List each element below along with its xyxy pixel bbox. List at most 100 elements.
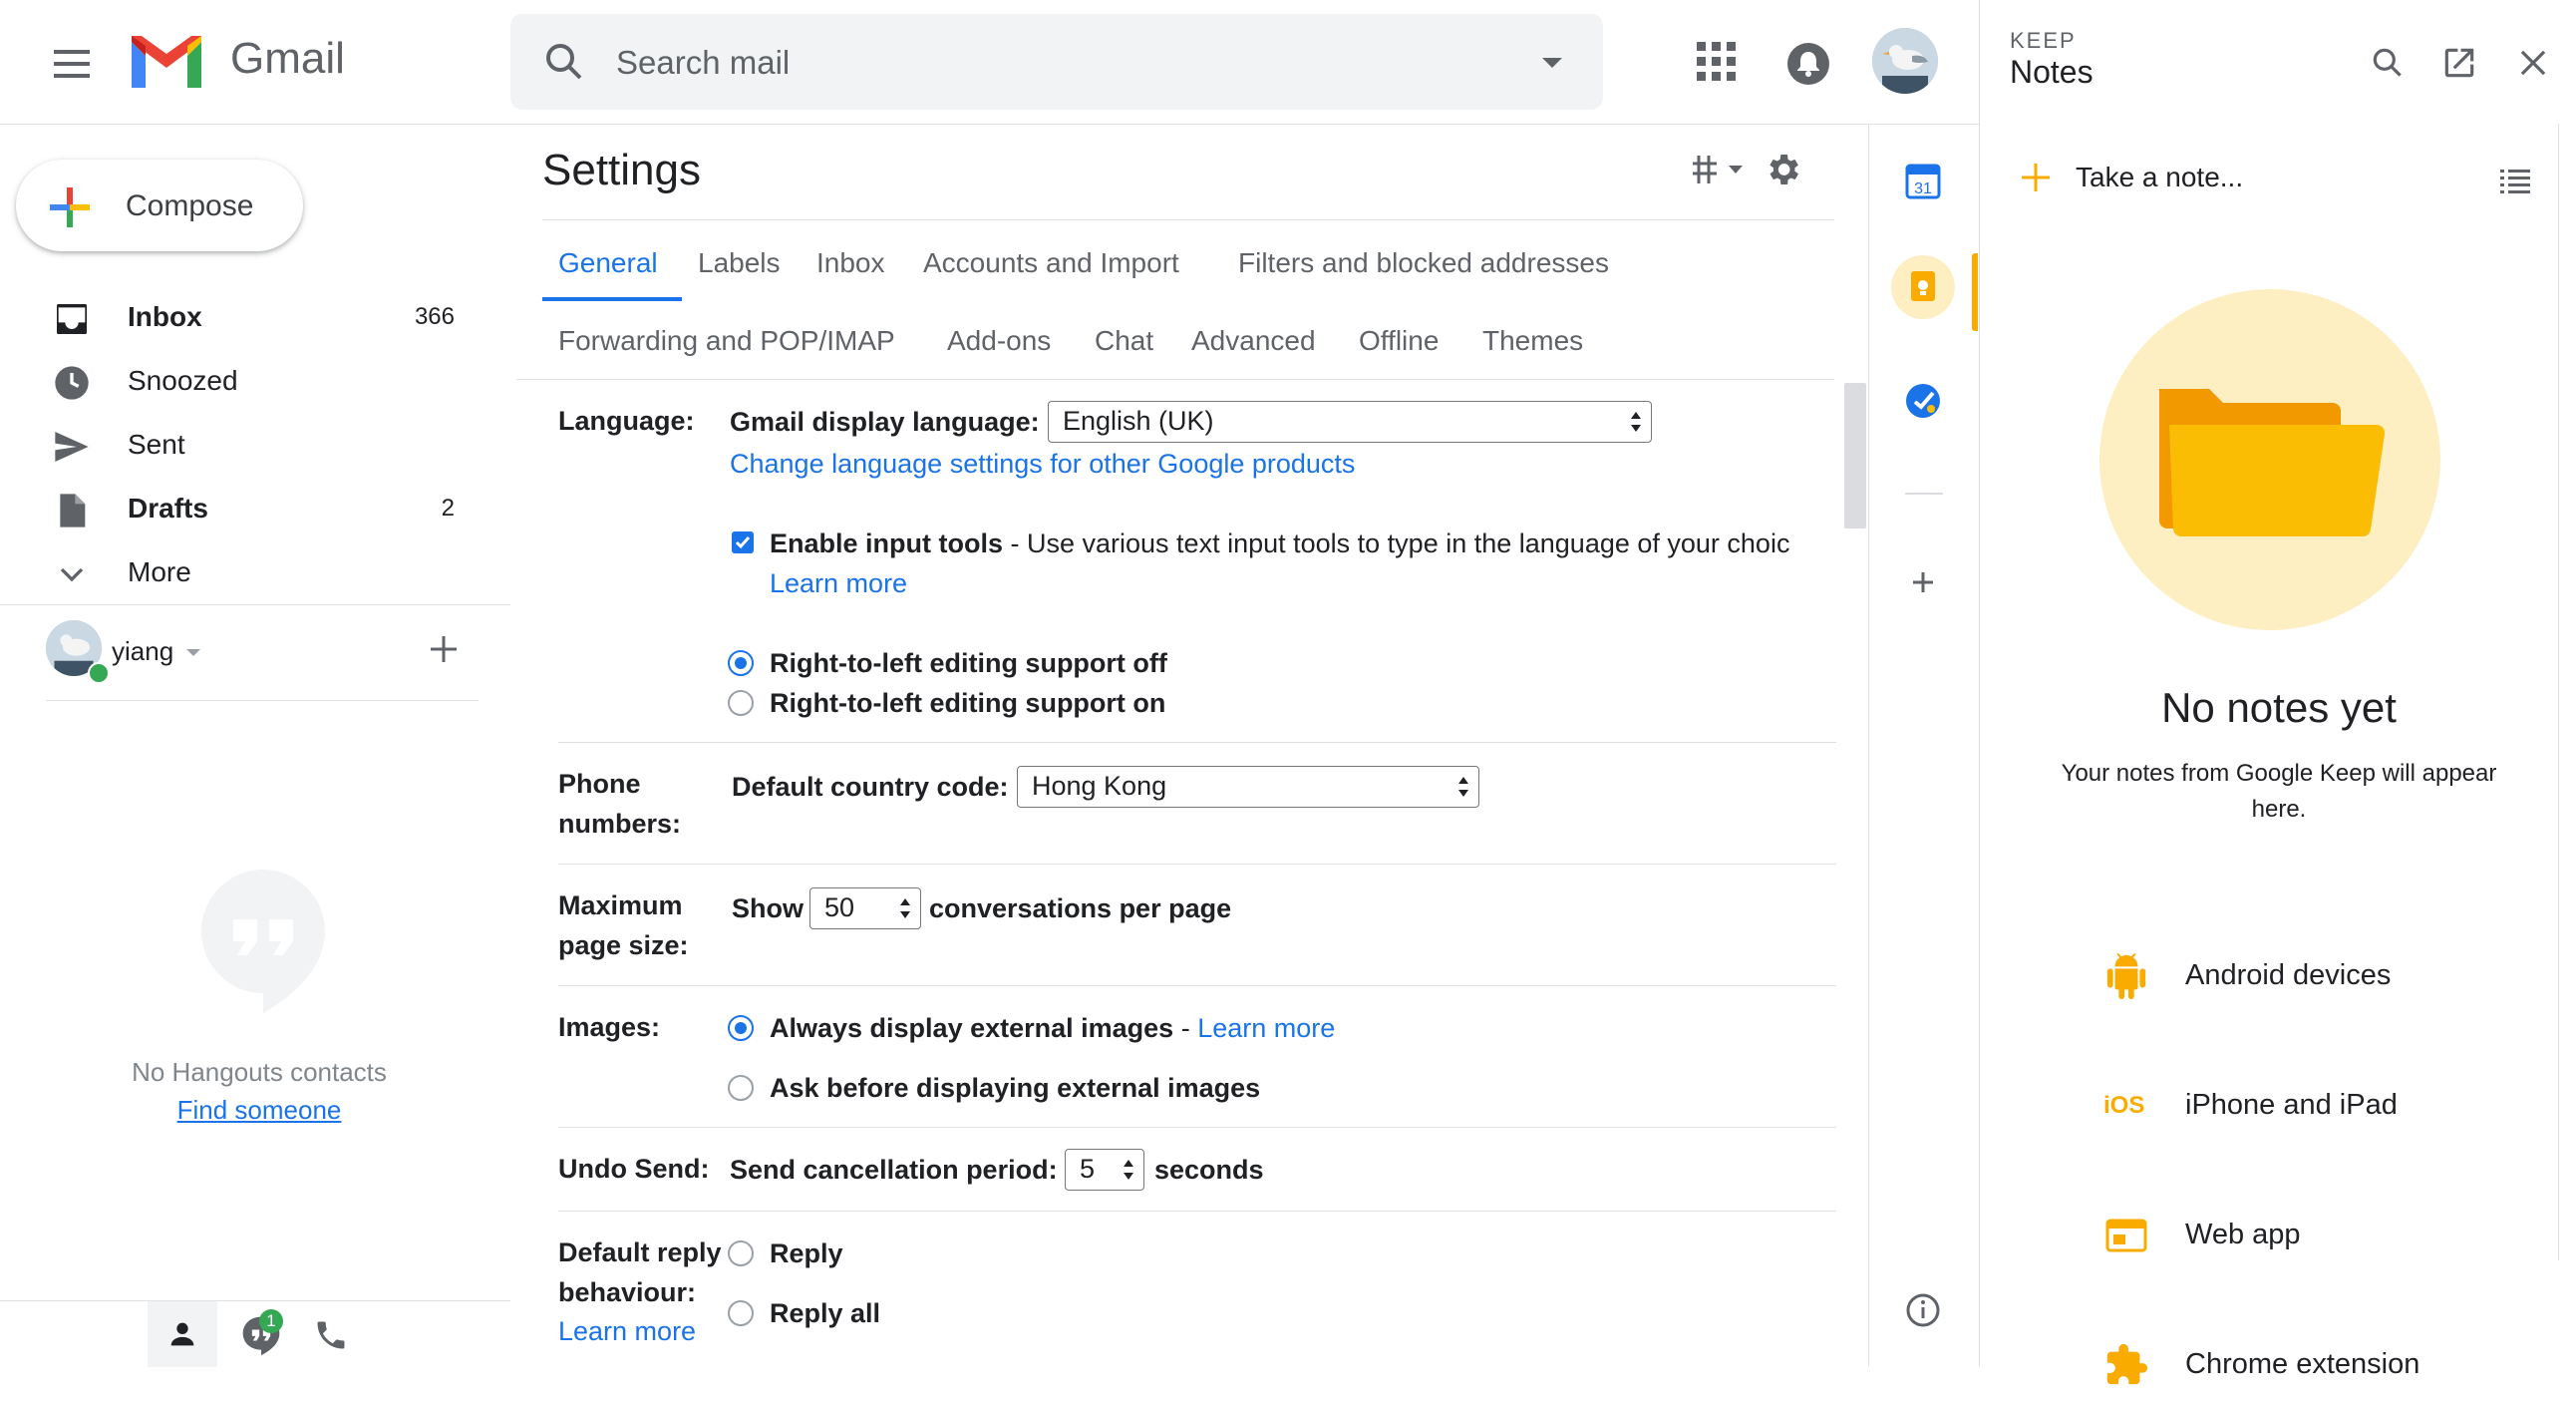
input-tools-label: Enable input tools: [770, 528, 1003, 558]
always-display-images-text: Always display external images - Learn m…: [770, 1013, 1335, 1044]
rail-divider: [1905, 493, 1943, 495]
tabs-divider: [516, 379, 1834, 380]
ios-icon: iOS: [2103, 1083, 2149, 1129]
close-icon[interactable]: [2514, 44, 2552, 82]
hangouts-user-row[interactable]: yiang: [40, 618, 479, 688]
input-tools-text: Enable input tools - Use various text in…: [770, 528, 1836, 559]
always-display-images-label: Always display external images: [770, 1013, 1174, 1043]
reply-label-line1: Default reply: [558, 1237, 722, 1267]
nav-item-drafts[interactable]: Drafts 2: [0, 477, 510, 540]
calendar-icon[interactable]: 31: [1891, 150, 1955, 213]
language-label: Language:: [558, 406, 695, 436]
info-icon[interactable]: [1891, 1278, 1955, 1342]
take-note-input[interactable]: Take a note...: [1980, 146, 2576, 215]
page-size-label-line2: page size:: [558, 930, 689, 960]
cancellation-period-value: 5: [1080, 1154, 1096, 1184]
tab-themes[interactable]: Themes: [1482, 325, 1583, 357]
ask-before-images-radio[interactable]: [728, 1075, 754, 1101]
settings-gear-icon[interactable]: [1763, 150, 1802, 189]
keep-brand: KEEP: [2010, 28, 2077, 53]
nav-label-drafts: Drafts: [128, 493, 208, 524]
display-density-icon[interactable]: [1689, 152, 1749, 187]
find-someone-link[interactable]: Find someone: [0, 1095, 518, 1126]
cancellation-period-select[interactable]: 5: [1065, 1149, 1144, 1191]
keep-scrollbar[interactable]: [2558, 124, 2576, 1260]
row-divider: [558, 1211, 1836, 1212]
compose-button[interactable]: Compose: [16, 160, 303, 251]
nav-item-snoozed[interactable]: Snoozed: [0, 349, 510, 413]
tab-general[interactable]: General: [558, 247, 658, 279]
gmail-logo-icon[interactable]: [128, 32, 205, 92]
android-icon: [2103, 953, 2149, 999]
rtl-on-radio[interactable]: [728, 690, 754, 716]
keep-link-chrome[interactable]: Chrome extension: [1980, 1324, 2576, 1404]
phone-icon[interactable]: [313, 1317, 349, 1353]
keep-icon[interactable]: [1891, 255, 1955, 319]
puzzle-icon: [2103, 1342, 2149, 1388]
tab-inbox[interactable]: Inbox: [816, 247, 885, 279]
tab-forwarding[interactable]: Forwarding and POP/IMAP: [558, 325, 895, 357]
change-language-link[interactable]: Change language settings for other Googl…: [730, 449, 1355, 480]
page-size-show-label: Show: [732, 893, 804, 923]
no-contacts-text: No Hangouts contacts: [132, 1057, 387, 1087]
input-tools-desc: - Use various text input tools to type i…: [1003, 528, 1790, 558]
account-avatar[interactable]: [1872, 28, 1938, 94]
search-icon[interactable]: [540, 38, 588, 86]
nav-label-sent: Sent: [128, 429, 185, 460]
hangouts-bottom-bar: 1: [0, 1300, 510, 1367]
nav-label-inbox: Inbox: [128, 301, 202, 332]
compose-plus-icon: [46, 183, 94, 231]
keep-link-ios[interactable]: iOS iPhone and iPad: [1980, 1065, 2576, 1145]
images-dash: -: [1173, 1013, 1198, 1043]
rtl-off-radio[interactable]: [728, 650, 754, 676]
nav-item-sent[interactable]: Sent: [0, 413, 510, 477]
settings-scrollbar[interactable]: [1844, 383, 1866, 528]
display-language-select[interactable]: English (UK): [1048, 401, 1652, 443]
contacts-tab[interactable]: [148, 1301, 217, 1367]
keep-search-icon[interactable]: [2369, 44, 2407, 82]
input-tools-checkbox[interactable]: [732, 531, 754, 553]
inbox-count: 366: [414, 303, 455, 330]
reply-all-radio[interactable]: [728, 1300, 754, 1326]
tab-offline[interactable]: Offline: [1359, 325, 1439, 357]
tab-accounts-import[interactable]: Accounts and Import: [923, 247, 1179, 279]
keep-link-android[interactable]: Android devices: [1980, 935, 2576, 1015]
tab-labels[interactable]: Labels: [698, 247, 781, 279]
tab-filters[interactable]: Filters and blocked addresses: [1238, 247, 1609, 279]
cancellation-period-suffix: seconds: [1154, 1155, 1264, 1185]
keep-link-web[interactable]: Web app: [1980, 1195, 2576, 1274]
reply-option-label: Reply: [770, 1238, 843, 1268]
search-input[interactable]: [614, 32, 1495, 94]
reply-learn-more[interactable]: Learn more: [558, 1316, 696, 1347]
keep-title: Notes: [2010, 54, 2093, 90]
page-size-select[interactable]: 50: [809, 887, 921, 929]
user-menu-caret-icon[interactable]: [185, 648, 201, 658]
get-addons-plus-icon[interactable]: [1891, 550, 1955, 614]
tab-advanced[interactable]: Advanced: [1191, 325, 1316, 357]
open-in-new-tab-icon[interactable]: [2440, 44, 2478, 82]
select-arrows-icon: [1124, 1160, 1133, 1180]
notifications-icon[interactable]: [1784, 40, 1832, 88]
input-tools-learn-more[interactable]: Learn more: [770, 568, 907, 599]
country-code-select[interactable]: Hong Kong: [1017, 766, 1479, 808]
always-display-images-radio[interactable]: [728, 1015, 754, 1041]
tasks-icon[interactable]: [1891, 369, 1955, 433]
search-options-icon[interactable]: [1537, 54, 1567, 74]
ask-before-images-label: Ask before displaying external images: [770, 1073, 1261, 1103]
web-app-icon: [2103, 1213, 2149, 1258]
nav-item-more[interactable]: More: [0, 540, 510, 604]
nav-label-more: More: [128, 556, 191, 587]
tab-chat[interactable]: Chat: [1095, 325, 1153, 357]
app-name[interactable]: Gmail: [230, 34, 345, 84]
new-list-icon[interactable]: [2498, 166, 2532, 195]
tab-addons[interactable]: Add-ons: [947, 325, 1051, 357]
apps-grid-icon[interactable]: [1695, 40, 1739, 84]
add-contact-icon[interactable]: [427, 632, 461, 666]
images-learn-more[interactable]: Learn more: [1197, 1013, 1335, 1043]
folder-icon: [2159, 389, 2386, 537]
main-menu-icon[interactable]: [48, 40, 96, 88]
reply-radio[interactable]: [728, 1240, 754, 1266]
nav-item-inbox[interactable]: Inbox 366: [0, 285, 510, 349]
phone-label-line1: Phone: [558, 769, 641, 799]
undo-send-label: Undo Send:: [558, 1154, 710, 1184]
